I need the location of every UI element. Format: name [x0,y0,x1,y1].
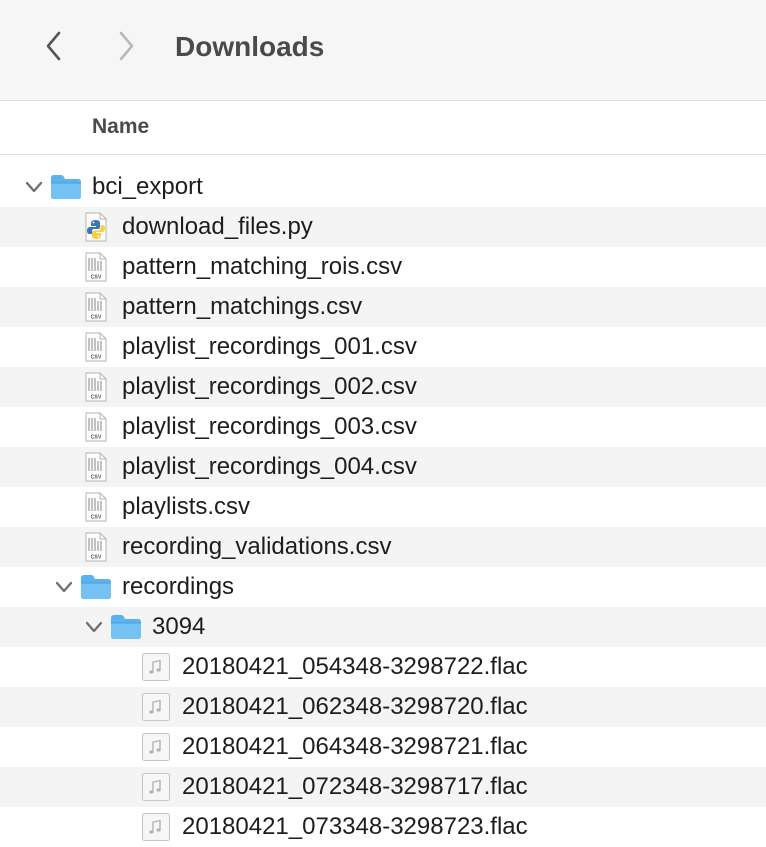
file-icon-wrap: CSV [80,252,112,282]
folder-icon [81,575,111,599]
column-header-name[interactable]: Name [92,113,149,141]
file-row[interactable]: download_files.py [0,207,766,247]
folder-row[interactable]: bci_export [0,167,766,207]
folder-icon [111,615,141,639]
folder-row[interactable]: recordings [0,567,766,607]
disclosure-toggle[interactable] [54,576,74,598]
file-icon-wrap: CSV [80,532,112,562]
file-name: 20180421_062348-3298720.flac [182,693,528,720]
file-row[interactable]: CSV recording_validations.csv [0,527,766,567]
folder-icon [51,175,81,199]
file-row[interactable]: CSV playlist_recordings_004.csv [0,447,766,487]
disclosure-toggle[interactable] [24,176,44,198]
csv-file-icon: CSV [85,252,107,282]
csv-file-icon: CSV [85,332,107,362]
audio-file-icon [142,653,170,681]
file-icon-wrap [140,812,172,842]
file-row[interactable]: 20180421_073348-3298723.flac [0,807,766,847]
csv-icon-label: CSV [91,555,102,561]
file-icon-wrap [50,172,82,202]
file-list: bci_export download_files.py CSV pattern_ma… [0,167,766,847]
file-name: playlists.csv [122,493,251,520]
csv-icon-label: CSV [91,395,102,401]
file-name: 20180421_073348-3298723.flac [182,813,528,840]
toolbar: Downloads [0,0,766,101]
file-name: playlist_recordings_001.csv [122,333,417,360]
chevron-down-icon [55,581,73,593]
file-icon-wrap: CSV [80,372,112,402]
file-icon-wrap: CSV [80,452,112,482]
file-icon-wrap [140,772,172,802]
python-file-icon [85,212,107,242]
file-row[interactable]: CSV playlists.csv [0,487,766,527]
file-name: recordings [122,573,235,600]
audio-file-icon [142,693,170,721]
back-button[interactable] [38,28,70,64]
file-row[interactable]: CSV playlist_recordings_001.csv [0,327,766,367]
file-name: playlist_recordings_002.csv [122,373,417,400]
file-icon-wrap: CSV [80,412,112,442]
file-icon-wrap: CSV [80,292,112,322]
file-name: pattern_matching_rois.csv [122,253,403,280]
file-icon-wrap: CSV [80,492,112,522]
file-name: playlist_recordings_003.csv [122,413,417,440]
file-row[interactable]: 20180421_072348-3298717.flac [0,767,766,807]
file-name: download_files.py [122,213,313,240]
audio-file-icon [142,773,170,801]
file-name: 20180421_064348-3298721.flac [182,733,528,760]
csv-icon-label: CSV [91,475,102,481]
csv-file-icon: CSV [85,292,107,322]
file-row[interactable]: CSV pattern_matching_rois.csv [0,247,766,287]
file-icon-wrap [140,732,172,762]
csv-file-icon: CSV [85,532,107,562]
folder-row[interactable]: 3094 [0,607,766,647]
chevron-down-icon [85,621,103,633]
file-name: bci_export [92,173,203,200]
file-name: 20180421_054348-3298722.flac [182,653,528,680]
forward-button[interactable] [110,28,142,64]
csv-icon-label: CSV [91,435,102,441]
csv-file-icon: CSV [85,492,107,522]
column-header-bar: Name [0,101,766,155]
file-icon-wrap [80,212,112,242]
csv-icon-label: CSV [91,315,102,321]
file-row[interactable]: CSV playlist_recordings_002.csv [0,367,766,407]
chevron-left-icon [46,31,61,61]
chevron-down-icon [25,181,43,193]
file-name: recording_validations.csv [122,533,392,560]
file-row[interactable]: CSV pattern_matchings.csv [0,287,766,327]
file-row[interactable]: CSV playlist_recordings_003.csv [0,407,766,447]
file-icon-wrap [140,692,172,722]
file-icon-wrap [80,572,112,602]
file-row[interactable]: 20180421_064348-3298721.flac [0,727,766,767]
csv-file-icon: CSV [85,412,107,442]
chevron-right-icon [119,31,134,61]
file-icon-wrap [110,612,142,642]
file-row[interactable]: 20180421_062348-3298720.flac [0,687,766,727]
file-name: 3094 [152,613,206,640]
csv-file-icon: CSV [85,452,107,482]
window-title: Downloads [175,31,325,62]
csv-icon-label: CSV [91,275,102,281]
csv-icon-label: CSV [91,355,102,361]
audio-file-icon [142,813,170,841]
disclosure-toggle[interactable] [84,616,104,638]
csv-file-icon: CSV [85,372,107,402]
file-name: playlist_recordings_004.csv [122,453,417,480]
file-row[interactable]: 20180421_054348-3298722.flac [0,647,766,687]
audio-file-icon [142,733,170,761]
csv-icon-label: CSV [91,515,102,521]
file-icon-wrap [140,652,172,682]
file-name: pattern_matchings.csv [122,293,363,320]
file-icon-wrap: CSV [80,332,112,362]
file-name: 20180421_072348-3298717.flac [182,773,528,800]
